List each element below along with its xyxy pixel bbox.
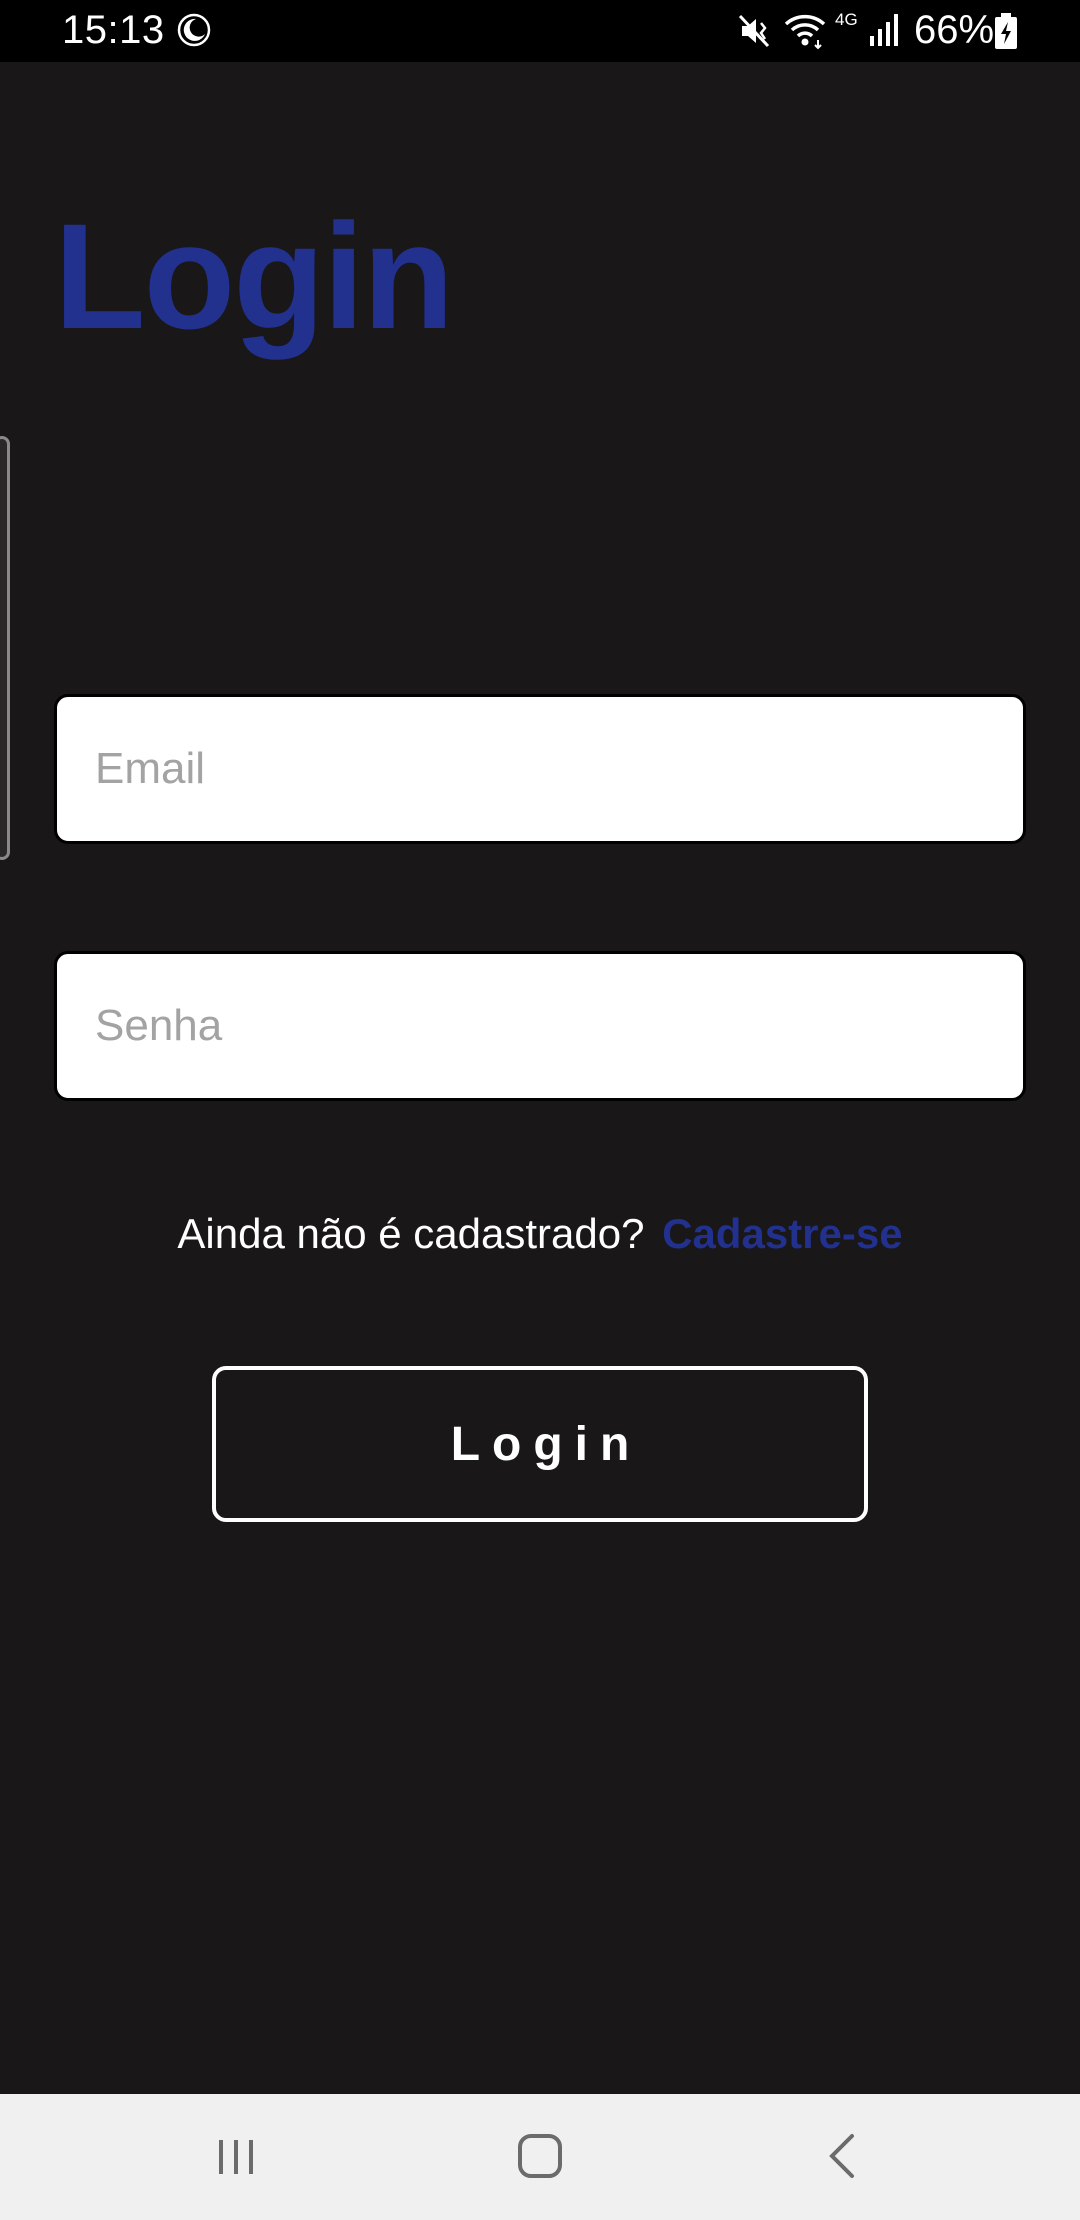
network-type: 4G <box>835 10 858 29</box>
moon-icon <box>176 12 212 48</box>
signal-icon <box>868 12 902 48</box>
email-input[interactable] <box>54 694 1026 844</box>
password-input[interactable] <box>54 951 1026 1101</box>
register-prompt-text: Ainda não é cadastrado? <box>177 1210 645 1257</box>
battery-percent: 66% <box>914 8 995 52</box>
status-time: 15:13 <box>62 8 165 52</box>
register-prompt: Ainda não é cadastrado? Cadastre-se <box>0 1210 1080 1258</box>
navigation-bar <box>0 2094 1080 2220</box>
recents-icon[interactable] <box>214 2134 260 2180</box>
page-title: Login <box>54 192 454 360</box>
edge-panel-handle[interactable] <box>0 436 10 860</box>
wifi-icon <box>782 10 828 50</box>
battery-icon <box>994 12 1018 50</box>
home-icon[interactable] <box>516 2132 564 2180</box>
login-screen: 15:13 4G 66% Login Email Ainda não é cad… <box>0 0 1080 2220</box>
register-link[interactable]: Cadastre-se <box>662 1210 902 1257</box>
back-icon[interactable] <box>822 2132 862 2180</box>
login-button[interactable]: Login <box>212 1366 868 1522</box>
mute-icon <box>736 12 774 50</box>
status-bar: 15:13 4G 66% <box>0 0 1080 62</box>
